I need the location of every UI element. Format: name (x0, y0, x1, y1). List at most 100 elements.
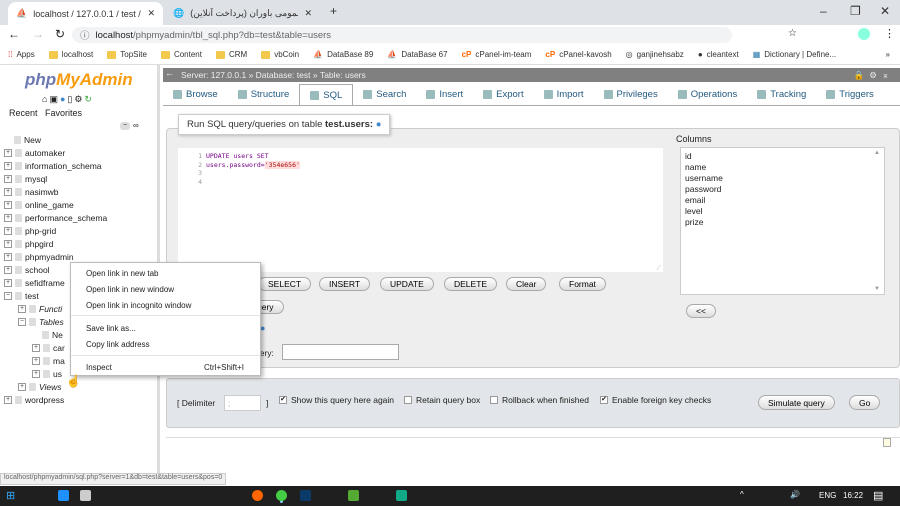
settings-icon[interactable]: ⚙ (869, 70, 882, 80)
expand-icon[interactable]: + (4, 396, 12, 404)
expand-icon[interactable]: + (4, 214, 12, 222)
tab-search[interactable]: Search (353, 84, 416, 105)
expand-icon[interactable]: + (32, 344, 40, 352)
expand-icon[interactable]: + (4, 240, 12, 248)
tab-browse[interactable]: Browse (163, 84, 228, 105)
context-item-inspect[interactable]: Inspect (86, 363, 112, 372)
option-show-this-query-here-again[interactable]: ✔ Show this query here again (279, 395, 394, 405)
select-button[interactable]: SELECT (258, 277, 312, 291)
chrome-icon[interactable] (276, 490, 287, 501)
expand-icon[interactable]: + (4, 279, 12, 287)
column-option[interactable]: username (685, 173, 880, 184)
column-option[interactable]: password (685, 184, 880, 195)
delete-button[interactable]: DELETE (444, 277, 498, 291)
tree-tables[interactable]: − Tables (18, 317, 64, 327)
star-icon[interactable]: ☆ (788, 28, 797, 39)
bookmark-crm[interactable]: CRM (215, 50, 247, 59)
tree-db-information_schema[interactable]: + information_schema (4, 161, 102, 171)
expand-icon[interactable]: + (4, 253, 12, 261)
checkbox[interactable] (404, 396, 412, 404)
expand-icon[interactable]: + (4, 175, 12, 183)
tab-privileges[interactable]: Privileges (594, 84, 668, 105)
update-button[interactable]: UPDATE (380, 277, 434, 291)
expand-icon[interactable]: + (4, 227, 12, 235)
insert-column-button[interactable]: << (686, 304, 716, 318)
go-button[interactable]: Go (849, 395, 881, 410)
tree-new-table[interactable]: Ne (42, 330, 63, 340)
context-item-copy-link-address[interactable]: Copy link address (86, 340, 150, 349)
browser-tab[interactable]: 🌐پورتال عمومی باوران (پرداخت آنلاین)✕ (165, 2, 320, 25)
insert-button[interactable]: INSERT (319, 277, 371, 291)
collapse-all-icon[interactable]: − (120, 122, 130, 130)
help-icon[interactable]: ● (376, 119, 382, 130)
tree-views[interactable]: + Views (18, 382, 62, 392)
back-icon[interactable]: ← (8, 27, 20, 41)
column-option[interactable]: level (685, 206, 880, 217)
checkbox[interactable]: ✔ (279, 396, 287, 404)
bookmark-ganjinehsabz[interactable]: ◎ ganjinehsabz (626, 50, 684, 59)
scroll-down-icon[interactable]: ▼ (874, 286, 880, 292)
tab-export[interactable]: Export (473, 84, 533, 105)
context-item-open-link-in-new-window[interactable]: Open link in new window (86, 285, 174, 294)
browser-tab-active[interactable]: ⛵localhost / 127.0.0.1 / test / users✕ (8, 2, 163, 25)
tree-table[interactable]: + ma (32, 356, 65, 366)
expand-icon[interactable]: + (4, 266, 12, 274)
checkbox[interactable] (490, 396, 498, 404)
bookmark-vbcoin[interactable]: vbCoin (261, 50, 299, 59)
option-rollback-when-finished[interactable]: Rollback when finished (490, 395, 589, 405)
favorites-tab[interactable]: Favorites (45, 108, 82, 118)
recent-tab[interactable]: Recent (9, 108, 38, 118)
toggle-nav-icon[interactable]: ← (165, 68, 174, 78)
tree-functions[interactable]: + Functi (18, 304, 62, 314)
table-link[interactable]: test.users: (325, 119, 373, 130)
expand-icon[interactable]: + (18, 305, 26, 313)
tab-import[interactable]: Import (534, 84, 594, 105)
tree-db-phpmyadmin[interactable]: + phpmyadmin (4, 252, 74, 262)
firefox-icon[interactable] (252, 490, 263, 501)
notifications-icon[interactable]: ▤ (873, 489, 883, 502)
option-retain-query-box[interactable]: Retain query box (404, 395, 480, 405)
tree-db-performance_schema[interactable]: + performance_schema (4, 213, 107, 223)
tree-db-automaker[interactable]: + automaker (4, 148, 65, 158)
edge-icon[interactable] (58, 490, 69, 501)
bookmark-localhost[interactable]: localhost (48, 50, 93, 59)
expand-icon[interactable]: + (32, 370, 40, 378)
tab-structure[interactable]: Structure (228, 84, 300, 105)
expand-icon[interactable]: + (32, 357, 40, 365)
settings-icon[interactable]: ⚙ (74, 94, 84, 104)
resize-handle-icon[interactable]: ⟋ (656, 264, 661, 273)
profile-avatar[interactable] (858, 28, 870, 40)
context-item-open-link-in-incognito-window[interactable]: Open link in incognito window (86, 301, 191, 310)
restore-icon[interactable]: ❐ (850, 4, 861, 18)
volume-icon[interactable]: 🔊 (790, 490, 800, 499)
close-tab-icon[interactable]: ✕ (304, 8, 312, 19)
bookmark-cleantext[interactable]: ● cleantext (698, 50, 739, 59)
tree-db-phpgird[interactable]: + phpgird (4, 239, 53, 249)
collapse-top-icon[interactable]: ⌅ (882, 70, 894, 80)
column-option[interactable]: prize (685, 217, 880, 228)
tree-table-users[interactable]: + us (32, 369, 62, 379)
bookmark-database-67[interactable]: ⛵ DataBase 67 (387, 50, 447, 59)
expand-icon[interactable]: + (4, 162, 12, 170)
app-icon[interactable] (396, 490, 407, 501)
column-option[interactable]: name (685, 162, 880, 173)
scroll-up-icon[interactable]: ▲ (874, 150, 880, 156)
explorer-icon[interactable] (80, 490, 91, 501)
clear-button[interactable]: Clear (506, 277, 547, 291)
tab-sql[interactable]: SQL (299, 84, 354, 105)
bookmark-content[interactable]: Content (160, 50, 202, 59)
bookmark-input[interactable] (282, 344, 399, 360)
tree-db-sefidframe[interactable]: + sefidframe (4, 278, 65, 288)
forward-icon[interactable]: → (32, 27, 44, 41)
tab-insert[interactable]: Insert (416, 84, 473, 105)
expand-icon[interactable]: + (4, 201, 12, 209)
bookmark-cpanel-kavosh[interactable]: cP cPanel-kavosh (545, 50, 611, 59)
reload-icon[interactable]: ↻ (55, 27, 65, 41)
format-button[interactable]: Format (559, 277, 606, 291)
tree-db-mysql[interactable]: + mysql (4, 174, 47, 184)
breadcrumb-table[interactable]: Table: users (320, 70, 366, 80)
context-item-open-link-in-new-tab[interactable]: Open link in new tab (86, 269, 159, 278)
option-enable-foreign-key-checks[interactable]: ✔ Enable foreign key checks (600, 395, 711, 405)
breadcrumb-database[interactable]: Database: test (256, 70, 311, 80)
tree-table[interactable]: + car (32, 343, 65, 353)
